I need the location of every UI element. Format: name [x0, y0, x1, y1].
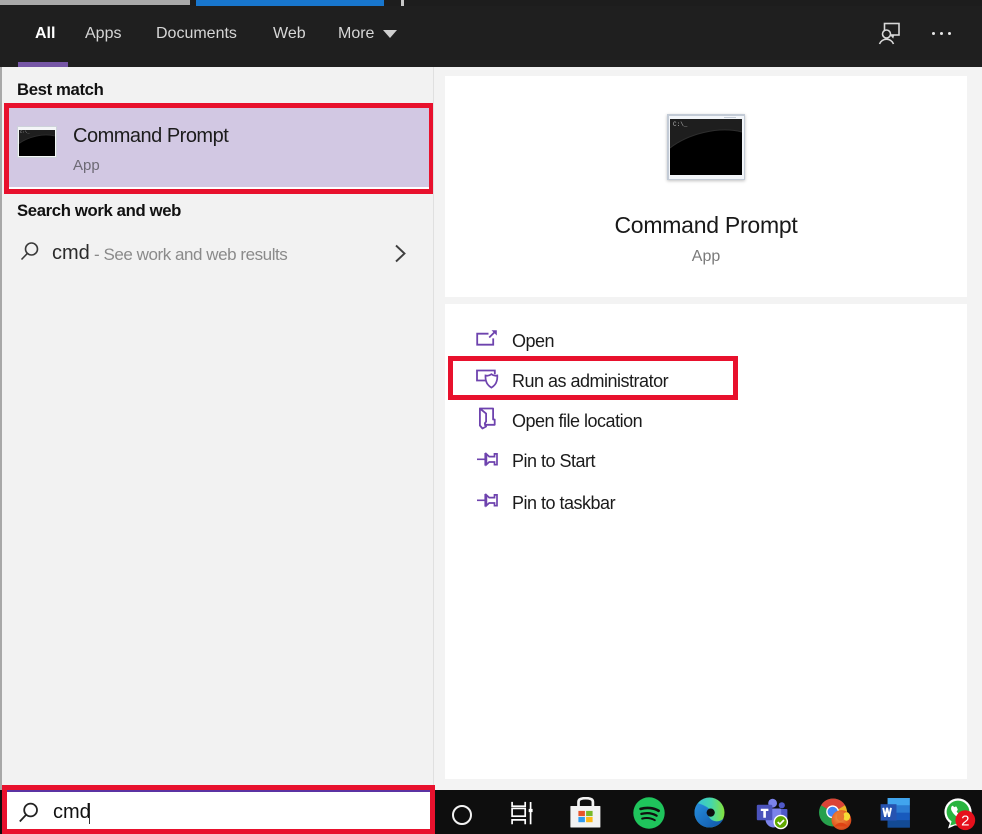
svg-text:2: 2	[961, 813, 969, 830]
